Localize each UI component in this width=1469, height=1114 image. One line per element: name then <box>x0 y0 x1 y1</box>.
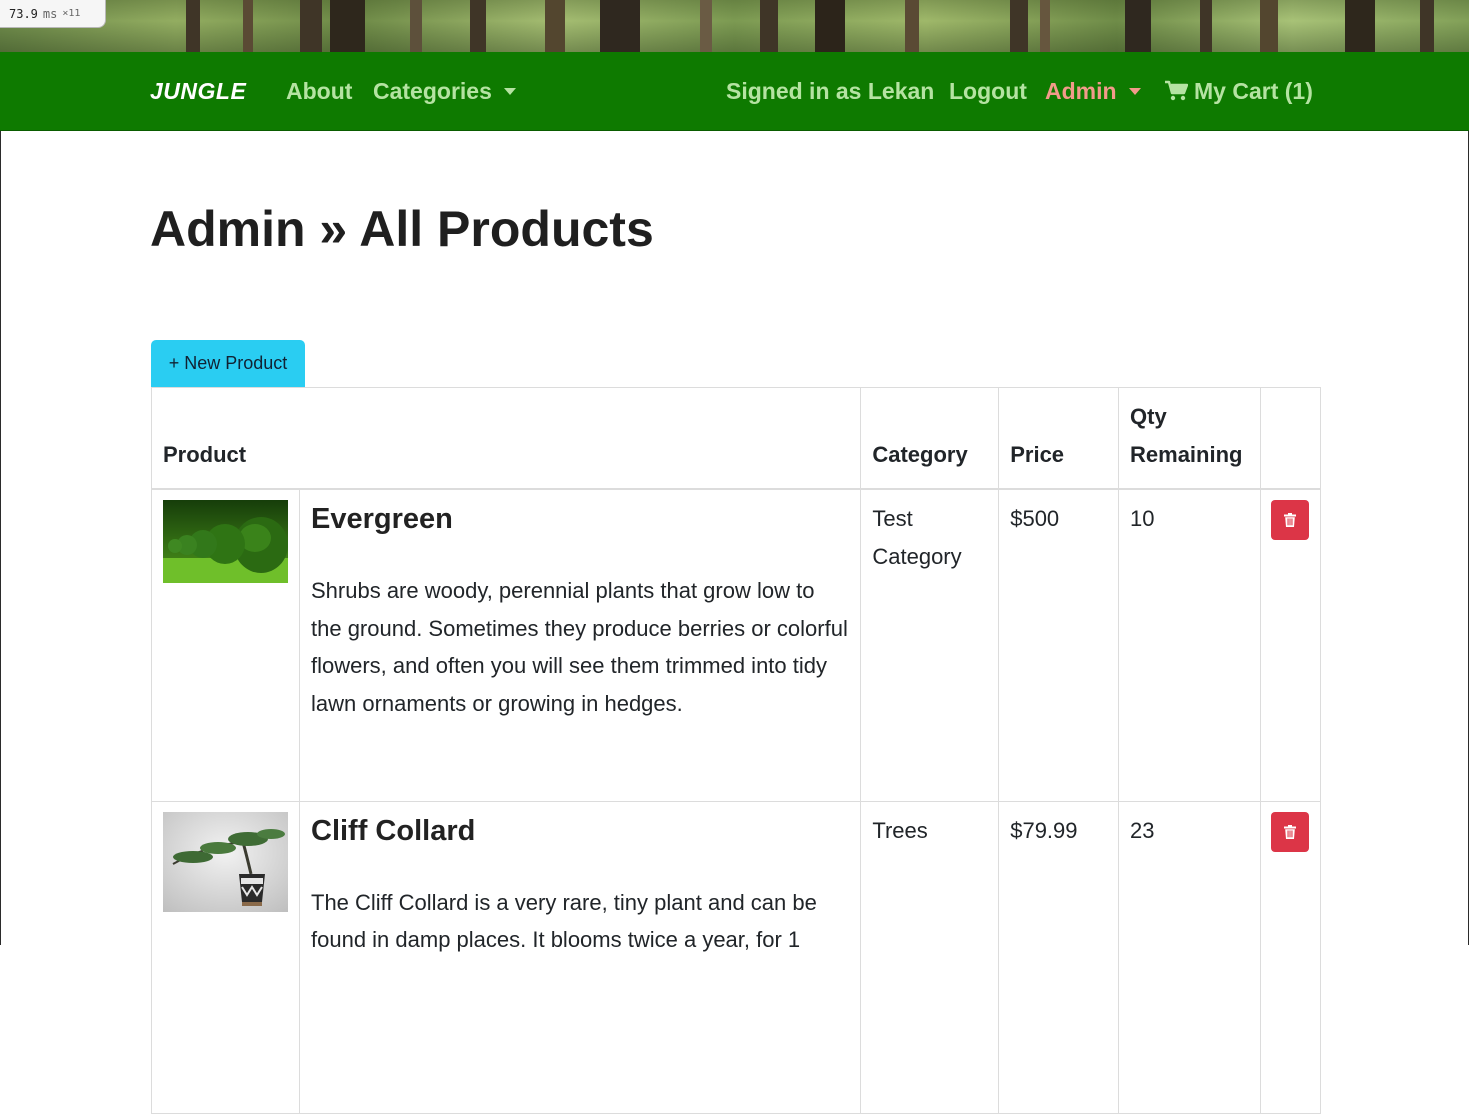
nav-cart[interactable]: My Cart (1) <box>1164 52 1313 130</box>
perf-counter: 73.9 ms ×11 <box>0 0 106 28</box>
nav-about[interactable]: About <box>286 52 352 130</box>
product-image-evergreen <box>163 500 288 583</box>
product-name: Cliff Collard <box>311 814 476 847</box>
forest-banner <box>0 0 1469 52</box>
product-category: Test Category <box>860 488 1000 802</box>
nav-logout[interactable]: Logout <box>949 52 1027 130</box>
header-qty-remaining: Qty Remaining <box>1118 387 1261 490</box>
product-category: Trees <box>860 800 1000 1114</box>
nav-admin-label: Admin <box>1045 77 1117 104</box>
table-row: Evergreen Shrubs are woody, perennial pl… <box>151 488 1322 802</box>
delete-button[interactable] <box>1270 811 1309 852</box>
perf-unit: ms <box>42 6 58 21</box>
cart-icon <box>1165 80 1188 101</box>
signed-in-text: Signed in as Lekan <box>726 77 935 104</box>
trash-icon <box>1283 513 1296 527</box>
header-product: Product <box>150 387 862 490</box>
navbar: JUNGLE About Categories Signed in as Lek… <box>0 52 1469 131</box>
new-product-button[interactable]: + New Product <box>151 340 305 387</box>
nav-cart-label: My Cart (1) <box>1194 77 1313 104</box>
product-description: The Cliff Collard is a very rare, tiny p… <box>311 889 817 953</box>
caret-down-icon <box>1128 87 1141 95</box>
perf-value: 73.9 <box>9 6 38 21</box>
trash-icon <box>1283 824 1296 839</box>
header-price: Price <box>998 387 1120 490</box>
product-info-cell: Cliff Collard The Cliff Collard is a ver… <box>298 800 862 1114</box>
nav-admin-dropdown[interactable]: Admin <box>1045 52 1141 130</box>
brand-logo[interactable]: JUNGLE <box>150 52 246 130</box>
product-description: Shrubs are woody, perennial plants that … <box>311 578 848 716</box>
page-title: Admin » All Products <box>150 201 654 257</box>
product-info-cell: Evergreen Shrubs are woody, perennial pl… <box>298 488 862 802</box>
product-qty: 23 <box>1118 800 1261 1114</box>
caret-down-icon <box>503 87 516 95</box>
table-header-row: Product Category Price Qty Remaining <box>150 387 1322 490</box>
product-actions-cell <box>1259 488 1322 802</box>
products-table: Product Category Price Qty Remaining Eve… <box>150 387 1322 1114</box>
product-qty: 10 <box>1118 488 1261 802</box>
nav-categories-dropdown[interactable]: Categories <box>373 52 516 130</box>
product-price: $500 <box>998 488 1120 802</box>
table-row: Cliff Collard The Cliff Collard is a ver… <box>151 800 1322 1114</box>
perf-multiplier: ×11 <box>62 8 81 19</box>
product-name: Evergreen <box>311 503 453 535</box>
product-actions-cell <box>1259 800 1322 1114</box>
product-image-cell <box>151 488 300 802</box>
nav-categories-label: Categories <box>373 77 492 104</box>
delete-button[interactable] <box>1270 500 1309 540</box>
product-price: $79.99 <box>998 800 1120 1114</box>
header-actions <box>1259 387 1322 490</box>
header-category: Category <box>860 387 1000 490</box>
product-image-cell <box>151 800 300 1114</box>
product-image-cliff-collard <box>163 811 288 912</box>
